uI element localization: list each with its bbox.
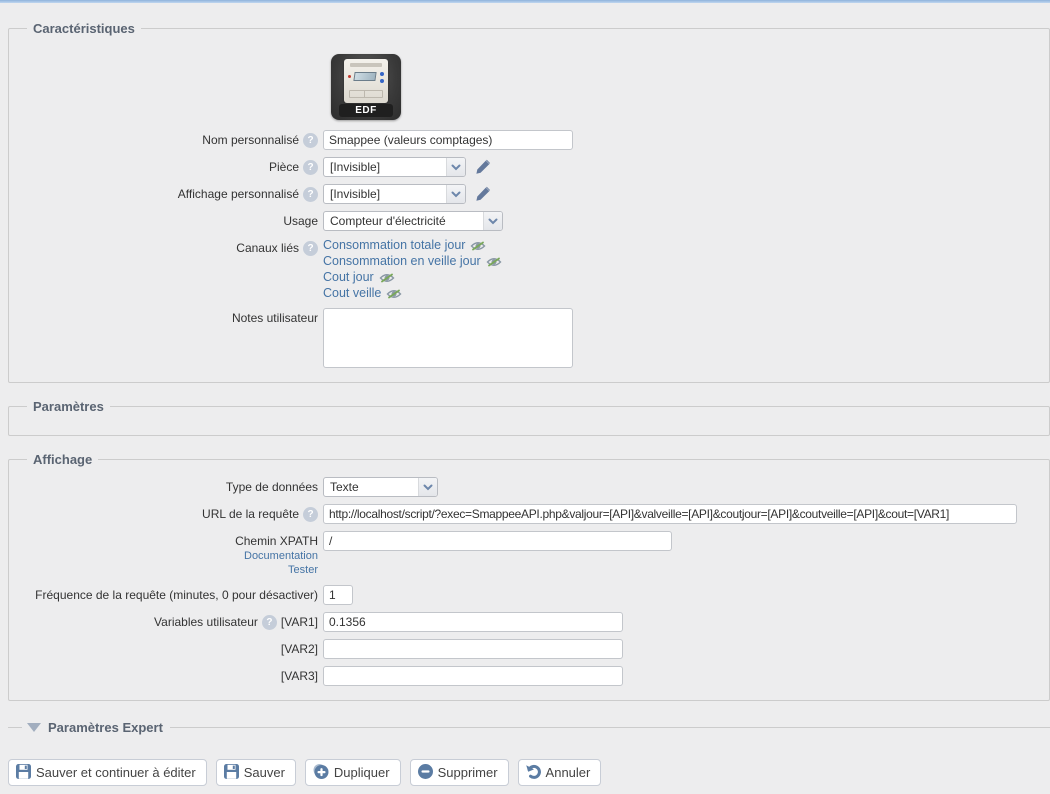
help-icon[interactable]: ? — [303, 160, 318, 175]
channel-item: Cout veille — [323, 286, 502, 301]
var2-label: [VAR2] — [281, 641, 318, 657]
data-type-select[interactable]: Texte — [323, 477, 438, 497]
linked-channels-list: Consommation totale jour Consommation en… — [323, 238, 502, 301]
var1-input[interactable] — [323, 612, 623, 632]
room-label: Pièce — [269, 159, 299, 175]
minus-circle-icon — [417, 763, 434, 783]
var1-label: [VAR1] — [281, 614, 318, 630]
name-label: Nom personnalisé — [202, 132, 299, 148]
xpath-input[interactable] — [323, 531, 672, 551]
user-variables-label: Variables utilisateur — [154, 614, 258, 630]
delete-button[interactable]: Supprimer — [410, 759, 509, 786]
chevron-down-icon — [483, 212, 502, 230]
help-icon[interactable]: ? — [303, 507, 318, 522]
electricity-meter-illustration — [344, 59, 388, 103]
button-label: Annuler — [546, 765, 591, 780]
help-icon[interactable]: ? — [303, 241, 318, 256]
documentation-link[interactable]: Documentation — [244, 550, 318, 563]
channel-link[interactable]: Consommation en veille jour — [323, 254, 481, 269]
button-label: Sauver — [244, 765, 285, 780]
channel-item: Cout jour — [323, 270, 502, 285]
eye-visibility-icon[interactable] — [470, 240, 486, 252]
eye-visibility-icon[interactable] — [486, 256, 502, 268]
duplicate-button[interactable]: Dupliquer — [305, 759, 401, 786]
room-select-value: [Invisible] — [324, 160, 446, 174]
chevron-down-icon — [418, 478, 437, 496]
save-floppy-icon — [15, 763, 32, 783]
request-url-label: URL de la requête — [202, 506, 299, 522]
request-url-input[interactable] — [323, 504, 1017, 524]
data-type-label: Type de données — [226, 479, 318, 495]
usage-label: Usage — [283, 213, 318, 229]
frequency-input[interactable] — [323, 585, 353, 605]
eye-visibility-icon[interactable] — [386, 288, 402, 300]
action-bar: Sauver et continuer à éditer Sauver Dupl… — [8, 759, 1050, 786]
channel-item: Consommation totale jour — [323, 238, 502, 253]
save-and-continue-button[interactable]: Sauver et continuer à éditer — [8, 759, 207, 786]
edit-pencil-icon[interactable] — [474, 159, 491, 176]
section-parametres: Paramètres — [8, 399, 1050, 436]
frequency-label: Fréquence de la requête (minutes, 0 pour… — [35, 587, 318, 603]
custom-display-select[interactable]: [Invisible] — [323, 184, 466, 204]
save-floppy-icon — [223, 763, 240, 783]
divider — [8, 727, 22, 728]
help-icon[interactable]: ? — [303, 133, 318, 148]
display-label: Affichage personnalisé — [178, 186, 299, 202]
undo-arrow-icon — [525, 763, 542, 783]
plus-circle-icon — [312, 763, 330, 783]
var2-input[interactable] — [323, 639, 623, 659]
var3-label: [VAR3] — [281, 668, 318, 684]
usage-select-value: Compteur d'électricité — [324, 214, 483, 228]
channel-item: Consommation en veille jour — [323, 254, 502, 269]
channel-link[interactable]: Cout jour — [323, 270, 374, 285]
button-label: Supprimer — [438, 765, 498, 780]
tester-link[interactable]: Tester — [288, 564, 318, 577]
expert-params-title: Paramètres Expert — [46, 720, 165, 735]
help-icon[interactable]: ? — [262, 615, 277, 630]
save-button[interactable]: Sauver — [216, 759, 296, 786]
button-label: Dupliquer — [334, 765, 390, 780]
device-image-edf-meter: EDF — [331, 54, 401, 120]
var3-input[interactable] — [323, 666, 623, 686]
cancel-button[interactable]: Annuler — [518, 759, 602, 786]
user-notes-textarea[interactable] — [323, 308, 573, 368]
section-title-caracteristiques: Caractéristiques — [27, 21, 141, 36]
top-accent-bar — [0, 0, 1050, 3]
section-affichage: Affichage Type de données Texte URL de l… — [8, 452, 1050, 701]
xpath-label: Chemin XPATH — [235, 533, 318, 549]
section-title-affichage: Affichage — [27, 452, 98, 467]
channel-link[interactable]: Consommation totale jour — [323, 238, 465, 253]
expert-params-header[interactable]: Paramètres Expert — [8, 720, 1050, 735]
chevron-down-icon — [446, 158, 465, 176]
help-icon[interactable]: ? — [303, 187, 318, 202]
section-title-parametres: Paramètres — [27, 399, 110, 414]
section-caracteristiques: Caractéristiques EDF Nom personnalisé ? … — [8, 21, 1050, 383]
divider — [170, 727, 1050, 728]
channels-label: Canaux liés — [236, 240, 299, 256]
chevron-down-icon — [446, 185, 465, 203]
eye-visibility-icon[interactable] — [379, 272, 395, 284]
custom-name-input[interactable] — [323, 130, 573, 150]
notes-label: Notes utilisateur — [232, 310, 318, 326]
collapse-triangle-icon[interactable] — [27, 723, 41, 732]
usage-select[interactable]: Compteur d'électricité — [323, 211, 503, 231]
channel-link[interactable]: Cout veille — [323, 286, 381, 301]
device-image-caption: EDF — [339, 104, 393, 117]
button-label: Sauver et continuer à éditer — [36, 765, 196, 780]
data-type-select-value: Texte — [324, 480, 418, 494]
edit-pencil-icon[interactable] — [474, 186, 491, 203]
custom-display-select-value: [Invisible] — [324, 187, 446, 201]
room-select[interactable]: [Invisible] — [323, 157, 466, 177]
